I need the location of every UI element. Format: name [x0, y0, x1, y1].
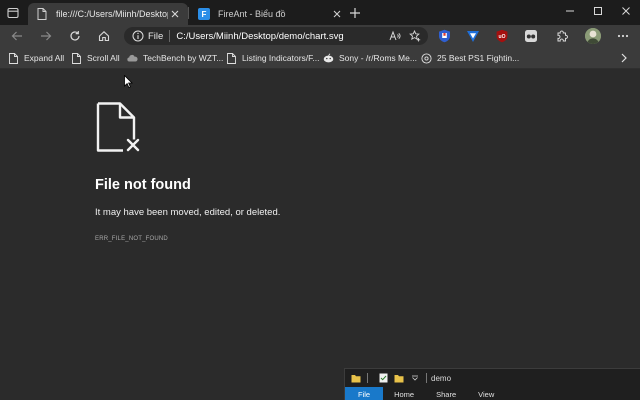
extension-vpn-icon[interactable]: [465, 28, 481, 44]
address-divider: [169, 30, 171, 42]
new-folder-icon[interactable]: [394, 373, 404, 383]
new-tab-button[interactable]: [346, 4, 364, 22]
globe-icon: [421, 52, 432, 64]
tab-strip: file:///C:/Users/Miinh/Desktop/d F FireA…: [0, 0, 640, 25]
quick-access-toolbar: demo: [345, 369, 640, 387]
page-icon: [8, 52, 19, 64]
bookmark-label: Scroll All: [87, 53, 120, 63]
reddit-icon: [323, 52, 334, 64]
document-icon: [36, 8, 48, 20]
navigation-toolbar: File C:/Users/Miinh/Desktop/demo/chart.s…: [0, 25, 640, 47]
svg-text:uO: uO: [499, 34, 506, 40]
file-explorer-window: demo File Home Share View: [344, 368, 640, 400]
window-title: demo: [431, 373, 452, 383]
close-tab-icon[interactable]: [168, 7, 182, 21]
ribbon-tabs: File Home Share View: [345, 387, 640, 400]
folder-icon: [351, 373, 361, 383]
site-scheme-label[interactable]: File: [148, 31, 163, 42]
cloud-icon: [127, 52, 138, 64]
extension-shield-icon[interactable]: [436, 28, 452, 44]
error-page: File not found It may have been moved, e…: [0, 70, 640, 400]
error-code: ERR_FILE_NOT_FOUND: [95, 236, 168, 242]
close-window-button[interactable]: [612, 0, 640, 22]
qat-divider: [367, 373, 368, 383]
file-missing-icon: [95, 102, 145, 154]
error-description: It may have been moved, edited, or delet…: [95, 207, 281, 218]
bookmark-sony-roms[interactable]: Sony - /r/Roms Me...: [323, 50, 417, 66]
bookmark-ps1-fighting[interactable]: 25 Best PS1 Fightin...: [421, 50, 519, 66]
extension-glasses-icon[interactable]: [523, 28, 539, 44]
profile-avatar[interactable]: [585, 28, 601, 44]
bookmark-label: 25 Best PS1 Fightin...: [437, 53, 520, 63]
chevron-right-icon[interactable]: [618, 52, 630, 64]
tab-actions-icon[interactable]: [5, 5, 21, 21]
add-favorite-icon[interactable]: [408, 29, 422, 43]
close-tab-icon[interactable]: [330, 7, 344, 21]
maximize-button[interactable]: [584, 0, 612, 22]
bookmark-scroll-all[interactable]: Scroll All: [71, 50, 120, 66]
bookmark-label: Sony - /r/Roms Me...: [339, 53, 417, 63]
tab-title: file:///C:/Users/Miinh/Desktop/d: [56, 9, 168, 19]
favorites-bar: Expand All Scroll All TechBench by WZT..…: [0, 47, 640, 69]
bookmark-expand-all[interactable]: Expand All: [8, 50, 64, 66]
extensions-puzzle-icon[interactable]: [554, 28, 570, 44]
tab-separator: [188, 7, 189, 19]
extension-ublock-icon[interactable]: uO: [494, 28, 510, 44]
url-text[interactable]: C:/Users/Miinh/Desktop/demo/chart.svg: [176, 31, 388, 42]
page-icon: [226, 52, 237, 64]
forward-button[interactable]: [38, 28, 54, 44]
ribbon-tab-file[interactable]: File: [345, 387, 384, 400]
bookmark-label: TechBench by WZT...: [143, 53, 224, 63]
bookmark-listing-indicators[interactable]: Listing Indicators/F...: [226, 50, 319, 66]
qat-divider: [426, 373, 427, 383]
info-icon[interactable]: [132, 30, 144, 42]
read-aloud-icon[interactable]: [388, 29, 402, 43]
ribbon-tab-share[interactable]: Share: [425, 387, 467, 400]
tab-file-chart[interactable]: file:///C:/Users/Miinh/Desktop/d: [28, 3, 188, 25]
customize-chevron-icon[interactable]: [410, 373, 420, 383]
properties-icon[interactable]: [378, 373, 388, 383]
bookmark-label: Listing Indicators/F...: [242, 53, 320, 63]
ribbon-tab-view[interactable]: View: [467, 387, 505, 400]
tab-fireant[interactable]: F FireAnt - Biểu đồ: [190, 3, 350, 25]
home-button[interactable]: [96, 28, 112, 44]
refresh-button[interactable]: [67, 28, 83, 44]
page-icon: [71, 52, 82, 64]
more-options-icon[interactable]: [615, 28, 631, 44]
error-title: File not found: [95, 177, 191, 193]
back-button[interactable]: [9, 28, 25, 44]
bookmark-label: Expand All: [24, 53, 65, 63]
fireant-favicon: F: [198, 8, 210, 20]
mouse-cursor-icon: [124, 75, 133, 88]
tab-title: FireAnt - Biểu đồ: [218, 9, 286, 19]
minimize-button[interactable]: [556, 0, 584, 22]
bookmark-techbench[interactable]: TechBench by WZT...: [127, 50, 223, 66]
ribbon-tab-home[interactable]: Home: [383, 387, 425, 400]
address-bar[interactable]: File C:/Users/Miinh/Desktop/demo/chart.s…: [124, 27, 428, 45]
